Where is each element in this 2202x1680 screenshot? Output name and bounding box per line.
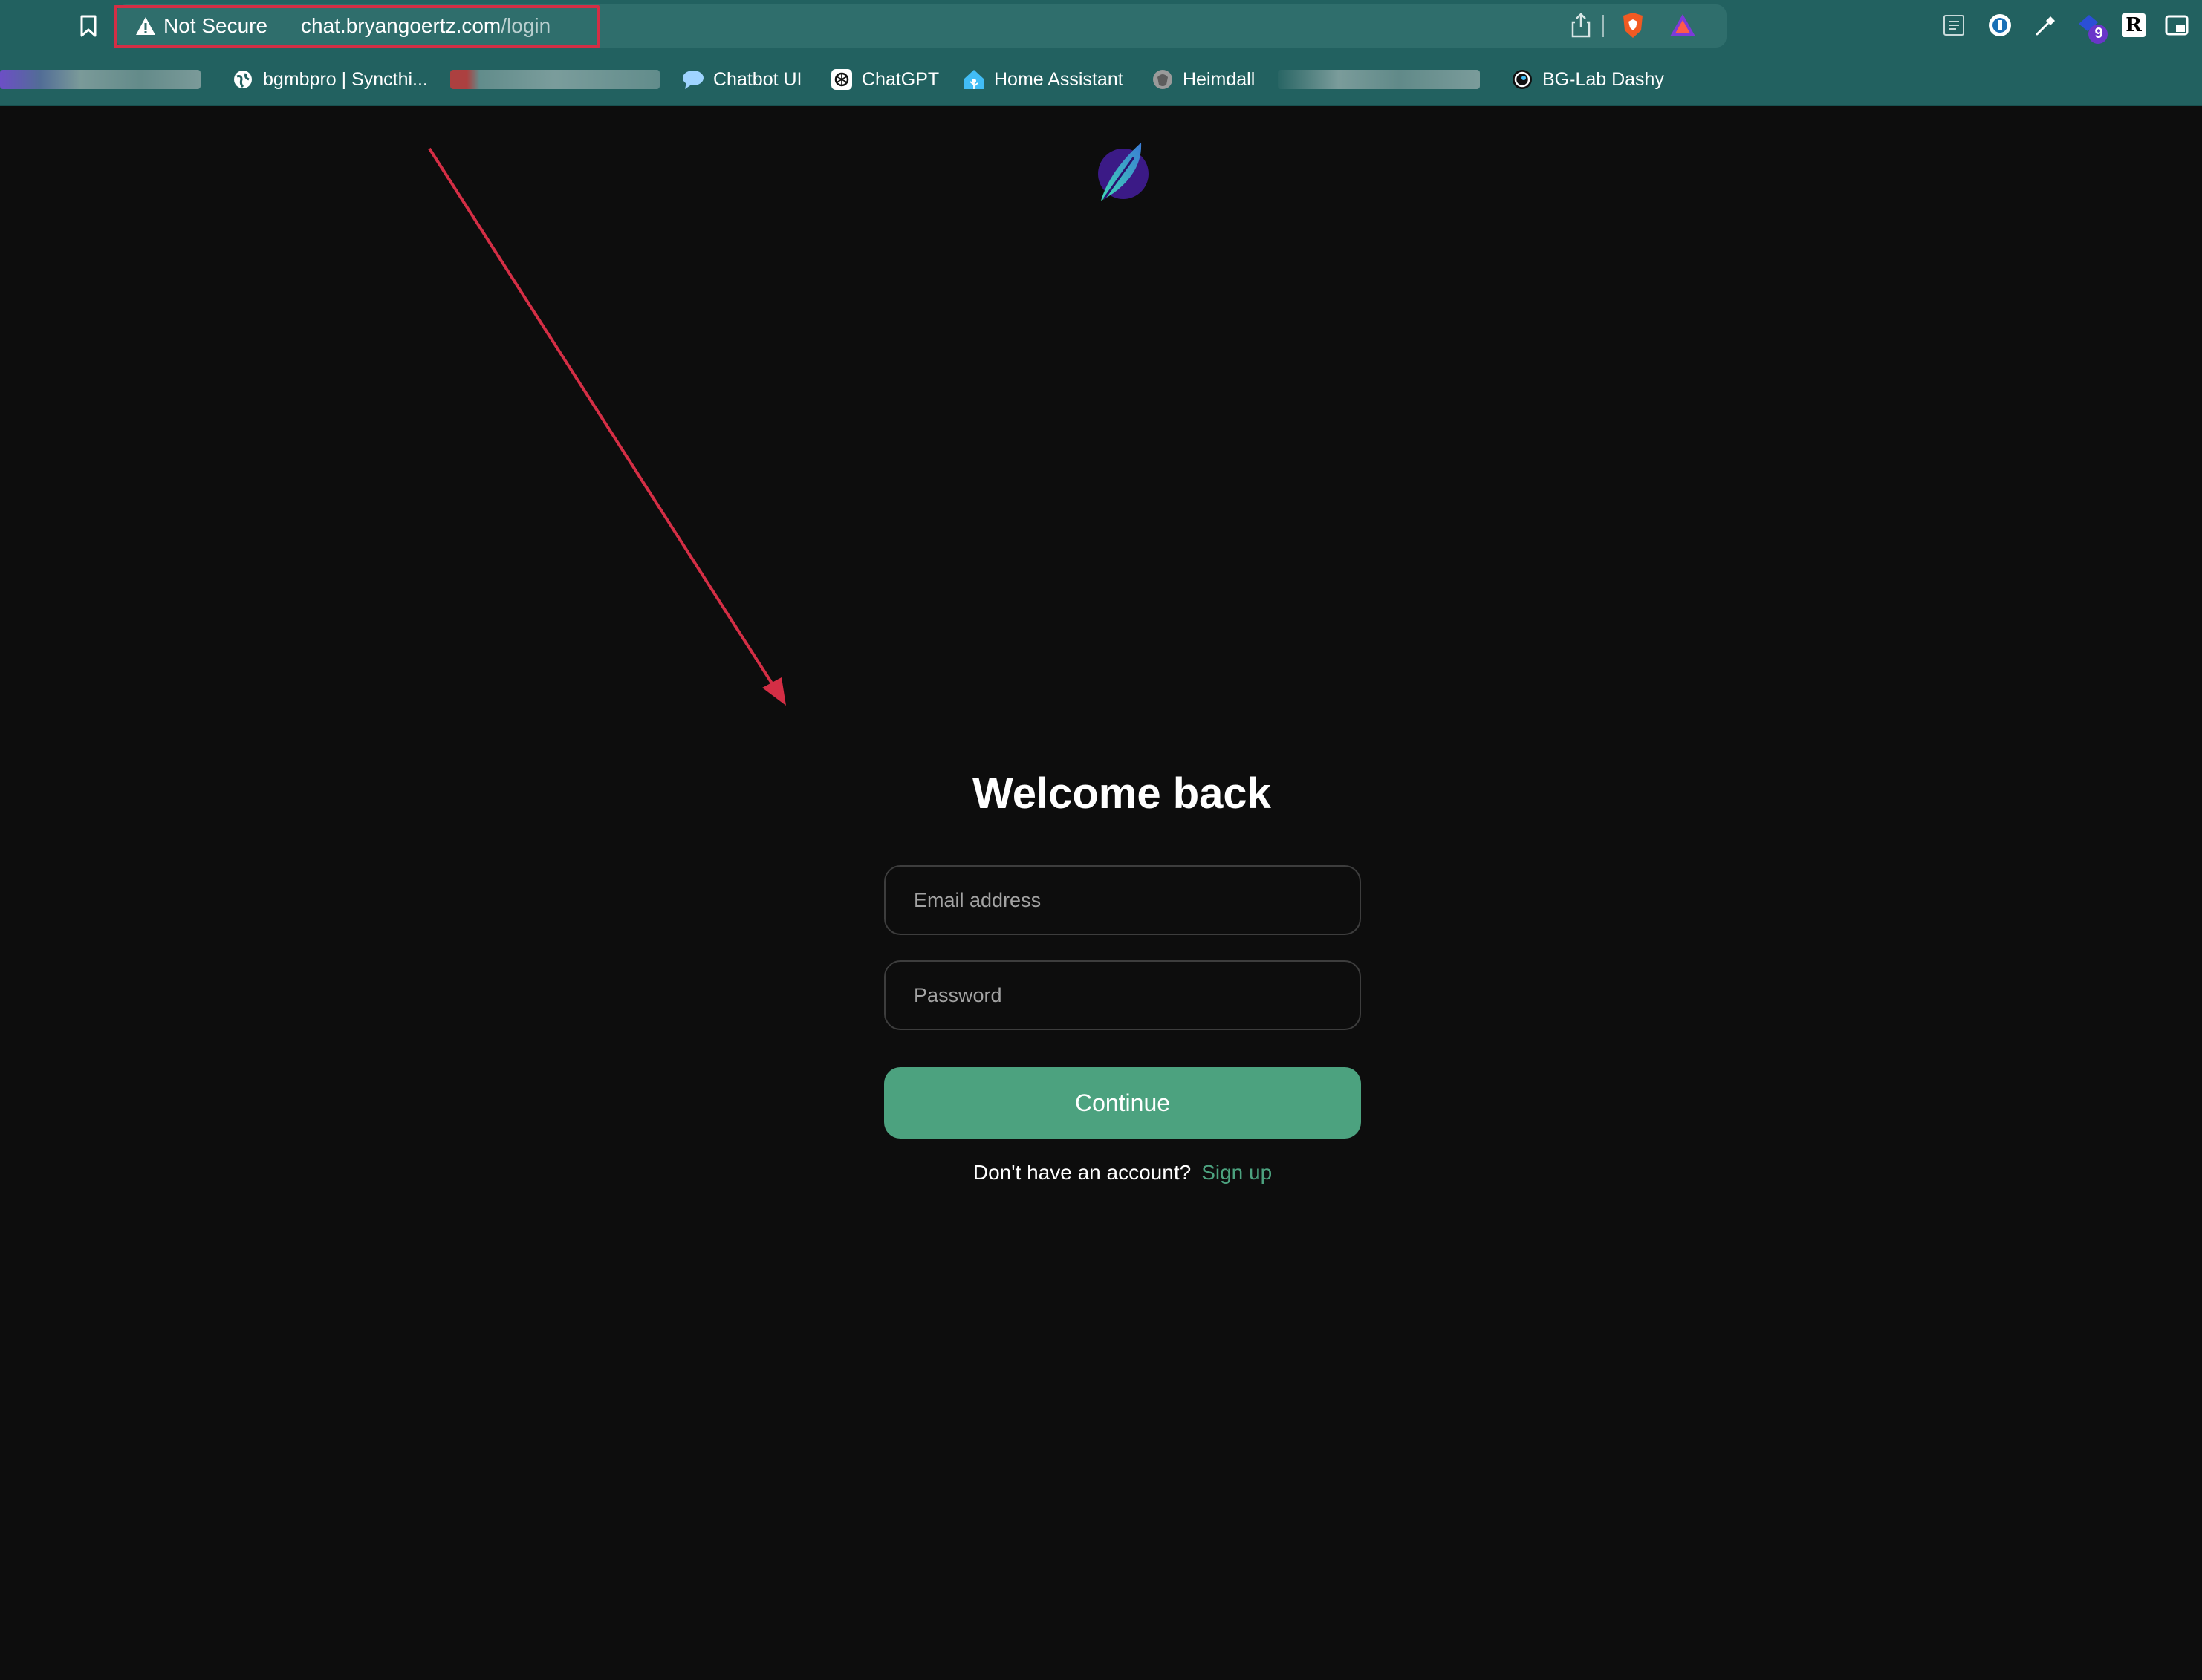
warning-icon	[136, 17, 155, 35]
bookmark-chatgpt[interactable]: ChatGPT	[831, 61, 939, 98]
password-input[interactable]	[886, 962, 1360, 1029]
bookmark-syncthing[interactable]: bgmbpro | Syncthi...	[232, 61, 428, 98]
no-account-text: Don't have an account?	[972, 1161, 1192, 1184]
speech-bubble-icon	[682, 68, 704, 91]
heimdall-icon	[1152, 68, 1174, 91]
chrome-divider	[0, 105, 2202, 106]
bookmark-heimdall[interactable]: Heimdall	[1152, 61, 1255, 98]
blurred-bookmark[interactable]	[1278, 70, 1480, 89]
reader-mode-icon[interactable]	[1940, 12, 1967, 39]
openai-icon	[831, 68, 853, 91]
share-icon[interactable]	[1568, 10, 1594, 40]
security-indicator[interactable]: Not Secure	[135, 12, 267, 40]
bookmark-label: Chatbot UI	[713, 68, 802, 90]
bookmark-label: ChatGPT	[862, 68, 940, 90]
bookmark-label: BG-Lab Dashy	[1542, 68, 1664, 90]
r-extension-icon[interactable]: R	[2119, 10, 2149, 40]
bookmark-bg-lab-dashy[interactable]: BG-Lab Dashy	[1511, 61, 1664, 98]
email-field[interactable]	[884, 865, 1361, 935]
bookmark-page-icon[interactable]	[77, 12, 100, 40]
email-input[interactable]	[886, 867, 1360, 934]
eyedropper-icon[interactable]	[2031, 10, 2061, 40]
home-assistant-icon	[963, 68, 985, 91]
blurred-bookmark[interactable]	[450, 70, 660, 89]
bookmark-label: Heimdall	[1183, 68, 1256, 90]
url-text[interactable]: chat.bryangoertz.com/login	[301, 12, 550, 40]
extension-badge-icon[interactable]: 9	[2074, 9, 2113, 48]
brave-rewards-icon[interactable]	[1667, 10, 1698, 40]
dashy-icon	[1511, 68, 1533, 91]
bookmark-label: Home Assistant	[994, 68, 1123, 90]
bookmark-home-assistant[interactable]: Home Assistant	[963, 61, 1123, 98]
url-path: /login	[501, 14, 551, 37]
blurred-bookmark[interactable]	[0, 70, 201, 89]
bookmark-label: bgmbpro | Syncthi...	[263, 68, 428, 90]
bookmark-chatbot-ui[interactable]: Chatbot UI	[682, 61, 802, 98]
security-label: Not Secure	[163, 14, 268, 37]
globe-icon	[232, 68, 254, 91]
brave-shield-icon[interactable]	[1618, 9, 1648, 42]
extension-badge-count: 9	[2094, 25, 2103, 42]
password-field[interactable]	[884, 960, 1361, 1030]
toolbar-separator	[1602, 15, 1604, 37]
annotation-arrow	[428, 147, 786, 706]
signup-prompt: Don't have an account? Sign up	[884, 1161, 1361, 1185]
app-logo	[1095, 141, 1154, 204]
page-title: Welcome back	[972, 769, 1271, 818]
picture-in-picture-icon[interactable]	[2162, 10, 2192, 40]
url-host: chat.bryangoertz.com	[301, 14, 501, 37]
signup-link[interactable]: Sign up	[1201, 1161, 1272, 1184]
password-manager-icon[interactable]	[1985, 10, 2015, 40]
continue-button[interactable]: Continue	[884, 1067, 1361, 1139]
bookmarks-bar: bgmbpro | Syncthi... Chatbot UI ChatGPT …	[0, 61, 2202, 98]
